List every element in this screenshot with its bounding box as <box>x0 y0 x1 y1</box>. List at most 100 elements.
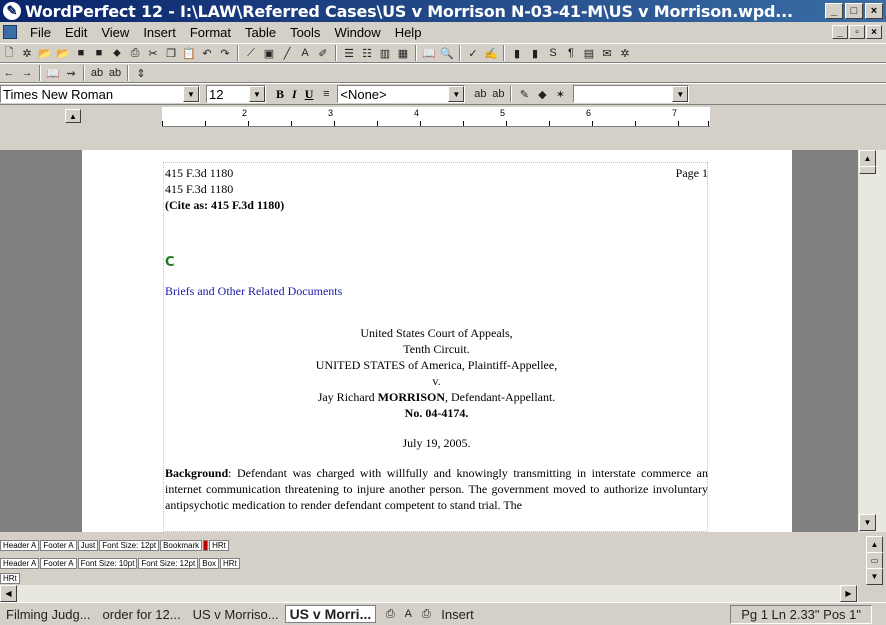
fill-icon[interactable]: ◆ <box>534 86 550 102</box>
menu-help[interactable]: Help <box>388 25 429 40</box>
columns-icon[interactable]: ▥ <box>377 45 393 61</box>
tab-type-button[interactable]: ▲ <box>65 109 81 123</box>
open-icon[interactable]: 📂 <box>37 45 53 61</box>
signature-icon[interactable]: ✍ <box>483 45 499 61</box>
code-tag[interactable]: HRt <box>0 572 20 584</box>
code-tag[interactable]: Bookmark <box>160 539 203 551</box>
code-tag[interactable]: Footer A <box>40 539 77 551</box>
forward-icon[interactable]: → <box>19 65 35 81</box>
style-select[interactable]: <None> ▼ <box>337 85 466 103</box>
menu-insert[interactable]: Insert <box>136 25 183 40</box>
reveal-scroll-up-button[interactable]: ▲ <box>866 536 883 553</box>
scroll-up-button[interactable]: ▲ <box>859 150 876 167</box>
barcode-icon[interactable]: ▮ <box>509 45 525 61</box>
back-icon[interactable]: ← <box>1 65 17 81</box>
scroll-right-button[interactable]: ▶ <box>840 585 857 602</box>
table-icon[interactable]: ▦ <box>395 45 411 61</box>
print-status-icon[interactable]: ⎙ <box>418 606 434 622</box>
show-symbols-icon[interactable]: ¶ <box>563 45 579 61</box>
vertical-scrollbar[interactable]: ▲ ▼ <box>858 150 886 532</box>
compare-icon[interactable]: ab <box>89 65 105 81</box>
ruler[interactable]: 2 3 4 5 6 7 <box>162 107 710 127</box>
reveal-codes-row[interactable]: Header A Footer A Just Font Size: 12pt B… <box>0 538 858 552</box>
numbering-icon[interactable]: ☷ <box>359 45 375 61</box>
text-color-icon[interactable]: ✎ <box>516 86 532 102</box>
maximize-button[interactable]: □ <box>845 3 863 19</box>
bold-button[interactable]: B <box>272 87 288 102</box>
menu-window[interactable]: Window <box>327 25 387 40</box>
spell-as-you-go-icon[interactable]: ab <box>472 86 488 102</box>
menu-view[interactable]: View <box>94 25 136 40</box>
code-tag[interactable]: Font Size: 12pt <box>99 539 160 551</box>
menu-tools[interactable]: Tools <box>283 25 327 40</box>
chevron-down-icon[interactable]: ▼ <box>672 86 689 102</box>
paste-icon[interactable]: 📋 <box>181 45 197 61</box>
open-document-tab[interactable]: Filming Judg... <box>0 607 97 622</box>
code-tag[interactable]: Header A <box>0 557 40 569</box>
menu-file[interactable]: File <box>23 25 58 40</box>
publish-icon[interactable]: ⬥ <box>109 45 125 61</box>
save-as-icon[interactable]: ■ <box>91 45 107 61</box>
reveal-page-icon[interactable]: ▭ <box>866 552 883 569</box>
printer-icon[interactable]: ⎙ <box>382 606 398 622</box>
code-tag[interactable]: Header A <box>0 539 40 551</box>
link-icon[interactable]: ⇝ <box>63 65 79 81</box>
doc-minimize-button[interactable]: _ <box>832 25 848 39</box>
caps-icon[interactable]: A <box>400 606 416 622</box>
spellcheck-icon[interactable]: ✓ <box>465 45 481 61</box>
scroll-left-button[interactable]: ◀ <box>0 585 17 602</box>
redo-icon[interactable]: ↷ <box>217 45 233 61</box>
horizontal-scrollbar[interactable]: ◀ ▶ <box>0 585 858 602</box>
new-document-icon[interactable]: 🗋 <box>1 45 17 61</box>
wordperfect-app-icon[interactable]: ✎ <box>3 2 21 20</box>
insert-mode[interactable]: Insert <box>435 607 480 622</box>
bullets-icon[interactable]: ☰ <box>341 45 357 61</box>
menu-edit[interactable]: Edit <box>58 25 94 40</box>
active-document-tab[interactable]: US v Morri... <box>284 605 377 623</box>
macro-icon[interactable]: ✲ <box>617 45 633 61</box>
italic-button[interactable]: I <box>288 87 301 102</box>
doc-restore-button[interactable]: ▫ <box>849 25 865 39</box>
open-folder-icon[interactable]: 📂 <box>55 45 71 61</box>
undo-icon[interactable]: ↶ <box>199 45 215 61</box>
image-icon[interactable]: ▣ <box>261 45 277 61</box>
vertical-adjust-icon[interactable]: ⇕ <box>133 65 149 81</box>
code-tag[interactable]: HRt <box>220 557 240 569</box>
cut-icon[interactable]: ✂ <box>145 45 161 61</box>
font-select[interactable]: Times New Roman ▼ <box>0 85 200 103</box>
new-template-icon[interactable]: ✲ <box>19 45 35 61</box>
save-icon[interactable]: ■ <box>73 45 89 61</box>
zoom-icon[interactable]: 🔍 <box>439 45 455 61</box>
left-margin-marker[interactable] <box>162 121 163 126</box>
menu-table[interactable]: Table <box>238 25 283 40</box>
dollar-icon[interactable]: S <box>545 45 561 61</box>
reveal-scroll-down-button[interactable]: ▼ <box>866 568 883 585</box>
code-tag[interactable]: Footer A <box>40 557 77 569</box>
envelope-icon[interactable]: ✉ <box>599 45 615 61</box>
reveal-codes-row[interactable]: HRt <box>0 572 858 584</box>
reveal-codes-row[interactable]: Header A Footer A Font Size: 10pt Font S… <box>0 556 858 570</box>
compare2-icon[interactable]: ab <box>107 65 123 81</box>
doc-close-button[interactable]: × <box>866 25 882 39</box>
scroll-down-button[interactable]: ▼ <box>859 514 876 531</box>
minimize-button[interactable]: _ <box>825 3 843 19</box>
code-tag[interactable]: Font Size: 10pt <box>77 557 138 569</box>
outline-select[interactable]: ▼ <box>573 85 690 103</box>
code-tag[interactable]: Box <box>199 557 220 569</box>
print-icon[interactable]: ⎙ <box>127 45 143 61</box>
menu-format[interactable]: Format <box>183 25 238 40</box>
code-tag[interactable]: Font Size: 12pt <box>138 557 199 569</box>
grammar-as-you-go-icon[interactable]: ab <box>490 86 506 102</box>
underline-button[interactable]: U <box>301 87 318 102</box>
highlight-color-icon[interactable]: ✶ <box>552 86 568 102</box>
scroll-thumb[interactable] <box>859 166 876 174</box>
format-painter-icon[interactable]: ⟋ <box>243 45 259 61</box>
copy-icon[interactable]: ❐ <box>163 45 179 61</box>
highlight-icon[interactable]: ✐ <box>315 45 331 61</box>
code-tag[interactable]: Just <box>77 539 99 551</box>
barcode2-icon[interactable]: ▮ <box>527 45 543 61</box>
draw-line-icon[interactable]: ╱ <box>279 45 295 61</box>
code-tag[interactable]: HRt <box>209 539 229 551</box>
document-content[interactable]: 415 F.3d 1180 Page 1 415 F.3d 1180 (Cite… <box>165 165 708 513</box>
chevron-down-icon[interactable]: ▼ <box>448 86 465 102</box>
